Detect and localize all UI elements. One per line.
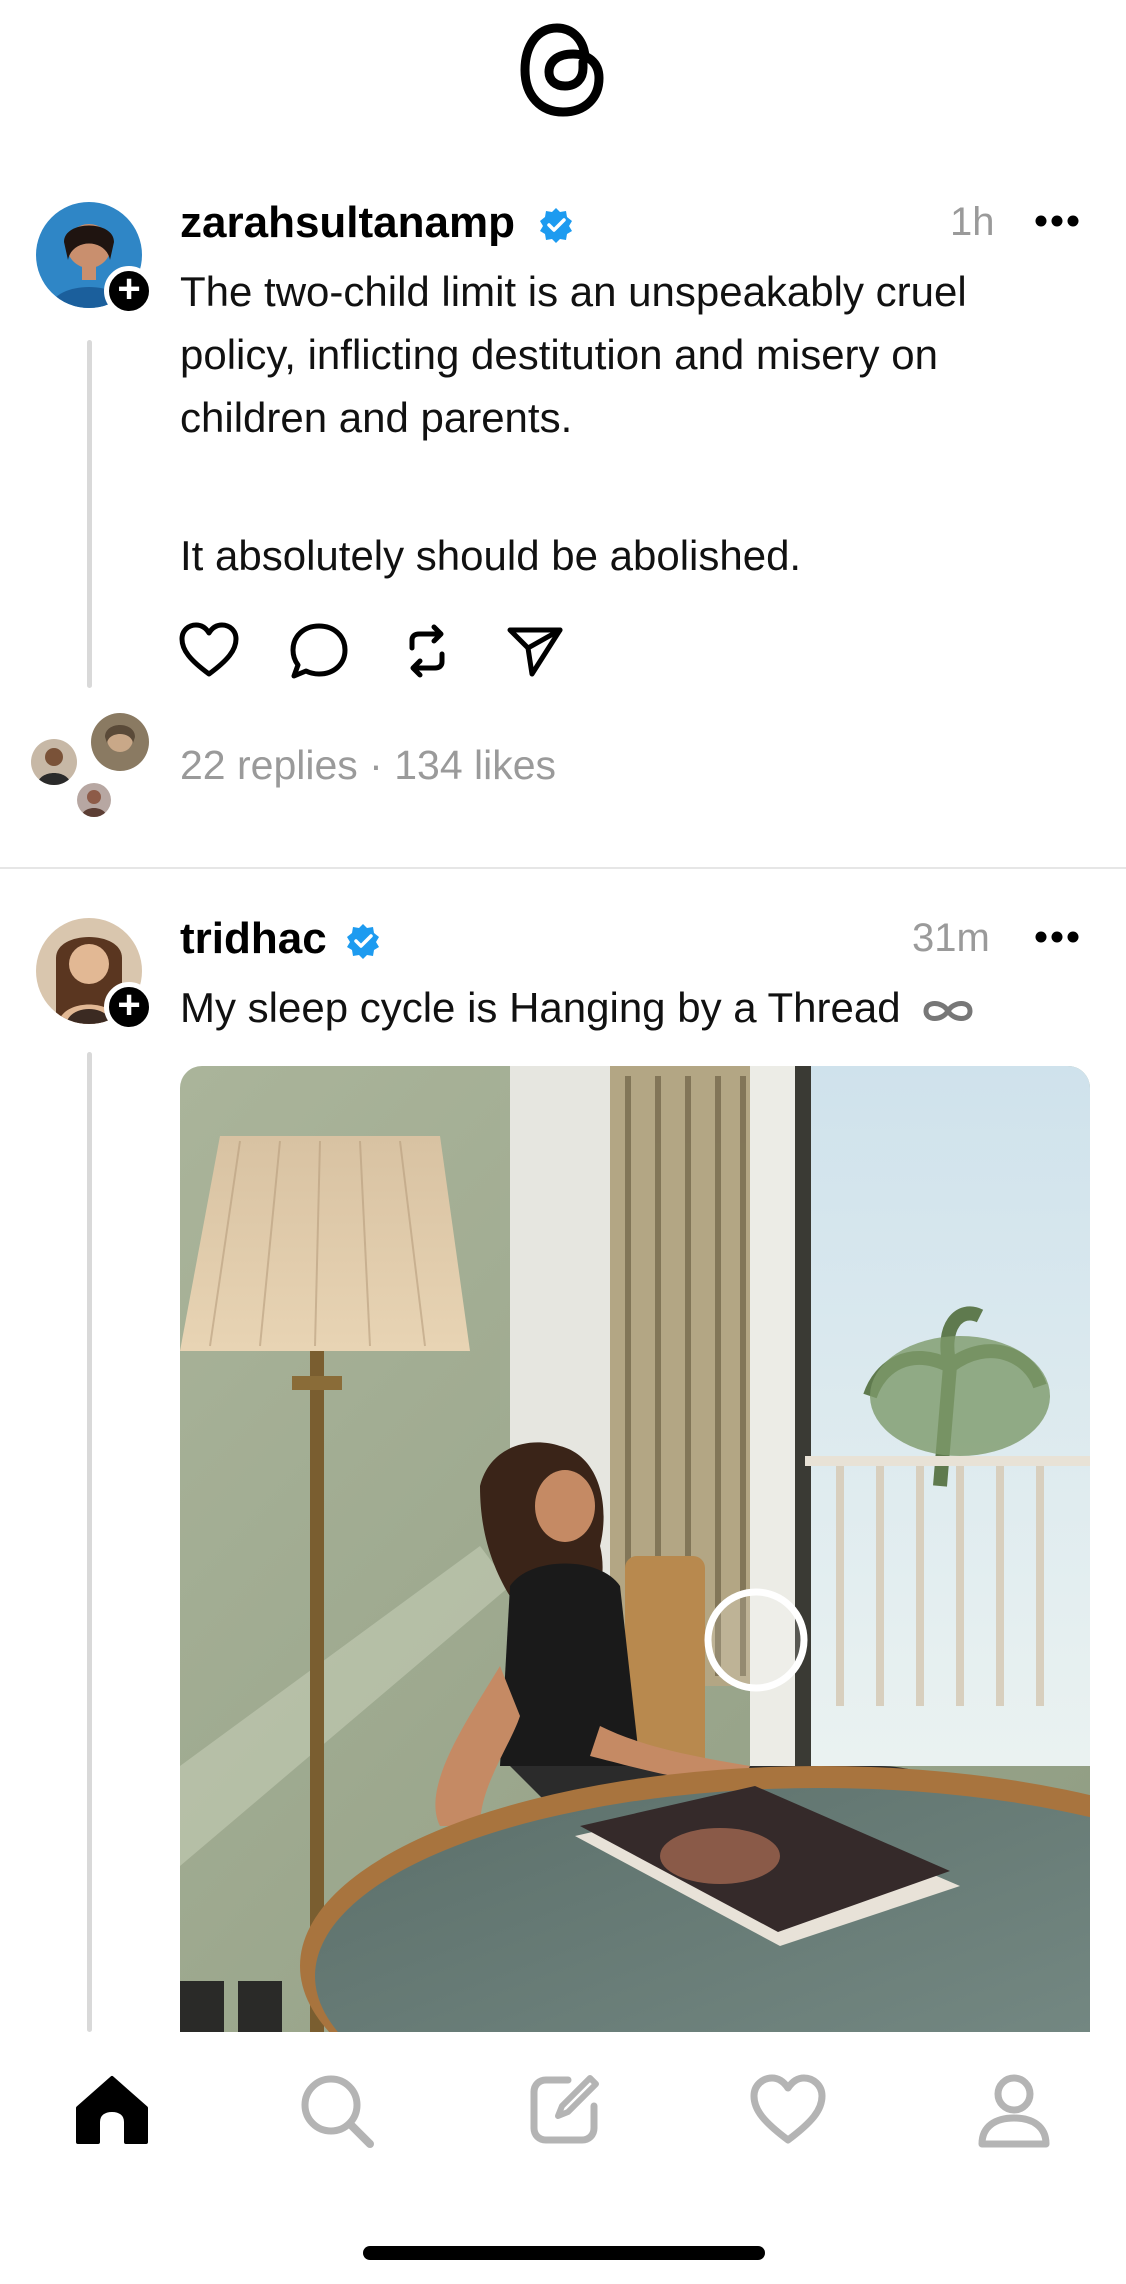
more-options-icon[interactable] — [1034, 930, 1080, 944]
search-icon[interactable] — [296, 2070, 376, 2150]
more-options-icon[interactable] — [1034, 214, 1080, 228]
home-icon[interactable] — [72, 2068, 152, 2148]
home-indicator[interactable] — [363, 2246, 765, 2260]
verified-badge-icon — [347, 924, 379, 959]
share-icon[interactable] — [502, 618, 568, 684]
repost-icon[interactable] — [394, 618, 460, 684]
post-text-paragraph: It absolutely should be abolished. — [180, 532, 802, 579]
reply-avatar — [74, 780, 114, 820]
profile-icon[interactable] — [974, 2070, 1054, 2150]
heart-icon[interactable] — [176, 618, 242, 684]
post-text-line: policy, inflicting destitution and miser… — [180, 331, 938, 378]
username[interactable]: zarahsultanamp — [180, 198, 515, 248]
username[interactable]: tridhac — [180, 914, 327, 964]
thread-line — [87, 1052, 92, 2032]
reply-avatar — [88, 710, 152, 774]
timestamp: 31m — [912, 916, 990, 960]
threads-logo-icon[interactable] — [513, 16, 613, 122]
post-text-content: My sleep cycle is Hanging by a Thread — [180, 984, 901, 1031]
follow-plus-icon[interactable]: + — [104, 266, 154, 316]
post-text: My sleep cycle is Hanging by a Thread — [180, 976, 1080, 1039]
activity-heart-icon[interactable] — [748, 2070, 828, 2150]
post-stats[interactable]: 22 replies · 134 likes — [180, 742, 556, 789]
post-text: The two-child limit is an unspeakably cr… — [180, 260, 1080, 449]
reply-avatar — [28, 736, 80, 788]
comment-icon[interactable] — [286, 618, 352, 684]
post-text-line: The two-child limit is an unspeakably cr… — [180, 268, 967, 315]
post-divider — [0, 867, 1126, 869]
compose-icon[interactable] — [524, 2070, 604, 2150]
timestamp: 1h — [950, 200, 995, 244]
infinity-icon — [923, 1000, 973, 1021]
verified-badge-icon — [540, 208, 572, 243]
post-photo[interactable] — [180, 1066, 1090, 2032]
follow-plus-icon[interactable]: + — [104, 982, 154, 1032]
post-text-line: children and parents. — [180, 394, 573, 441]
thread-line — [87, 340, 92, 688]
